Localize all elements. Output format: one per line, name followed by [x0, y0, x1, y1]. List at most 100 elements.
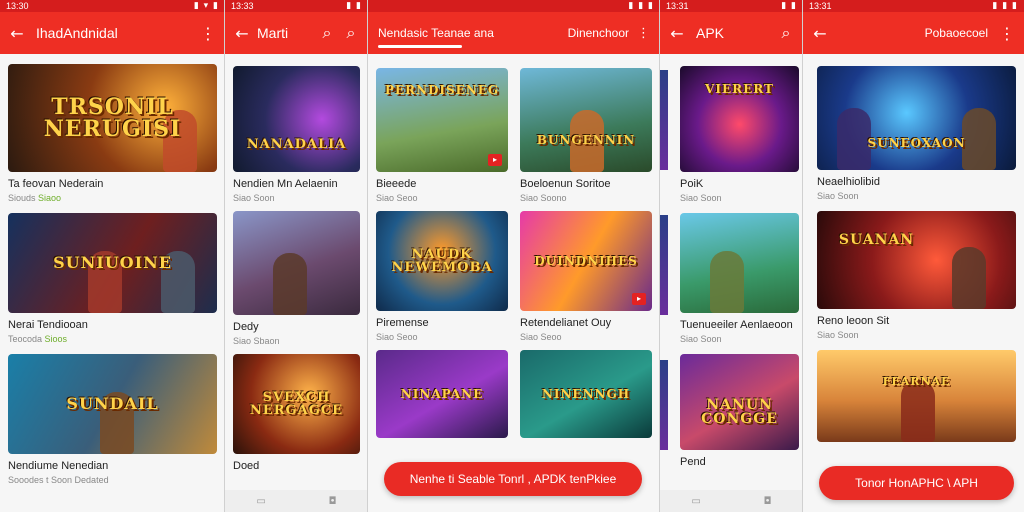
game-name: Nendiume Nenedian: [8, 460, 109, 472]
game-name: Bieeede: [376, 178, 417, 190]
phone-screen-2: 13:33 ▮ ▮ ← Marti ⌕ ⌕ NANADALIA Nendien …: [225, 0, 368, 512]
game-logo: TRSONIL NERUGISI: [43, 94, 182, 142]
game-grid: PERNDISENEG ▸ Bieeede Siao Seoo BUNGENNI…: [368, 54, 660, 438]
game-card[interactable]: TRSONIL NERUGISI Ta feovan Nederain Siou…: [8, 64, 217, 203]
game-banner: SUNEOXAON: [817, 66, 1016, 170]
badge: ▸: [488, 154, 502, 166]
status-time: 13:31: [666, 1, 689, 11]
nav-item-icon[interactable]: ◘: [764, 496, 772, 507]
game-meta: Siao Soon: [680, 193, 722, 203]
game-name: Dedy: [233, 321, 259, 333]
status-bar: 13:31 ▮ ▮: [660, 0, 803, 12]
game-card[interactable]: SVEXCH NERGAGCE Doed: [233, 354, 360, 472]
game-banner: PERNDISENEG ▸: [376, 68, 508, 172]
game-name: Pend: [680, 456, 706, 468]
game-card[interactable]: SUNIUOINE Nerai Tendiooan Teocoda Sioos: [8, 213, 217, 344]
app-bar: ← IhadAndnidal ⋮: [0, 12, 225, 54]
game-list: VIERERT PoiK Siao Soon Tuenueeiler Aenla…: [660, 54, 803, 468]
status-time: 13:31: [809, 1, 832, 11]
app-title: IhadAndnidal: [36, 25, 118, 41]
game-card[interactable]: NINENNGH: [520, 350, 652, 438]
game-list: TRSONIL NERUGISI Ta feovan Nederain Siou…: [0, 54, 225, 495]
game-card[interactable]: NAUDK NEWEMOBA Piremense Siao Seoo: [376, 211, 508, 342]
game-banner: DUINDNIHES ▸: [520, 211, 652, 311]
search-icon[interactable]: ⌕: [318, 23, 336, 43]
game-banner: TRSONIL NERUGISI: [8, 64, 217, 172]
game-card[interactable]: NANADALIA Nendien Mn Aelaenin Siao Soon: [233, 66, 360, 203]
back-arrow-icon[interactable]: ←: [811, 24, 829, 43]
game-card[interactable]: SUNDAIL Nendiume Nenedian Sooodes t Soon…: [8, 354, 217, 485]
app-title: APK: [696, 25, 725, 41]
game-banner: SUNIUOINE: [8, 213, 217, 313]
game-logo: BUNGENNIN: [536, 133, 636, 147]
game-meta: Siao Soon: [233, 193, 275, 203]
app-title: Pobaoecoel: [924, 26, 988, 40]
search-icon[interactable]: ⌕: [342, 23, 360, 43]
game-logo: VIERERT: [705, 82, 774, 96]
tab-active[interactable]: Nendasic Teanae ana: [378, 26, 560, 40]
status-icons: ▮ ▾ ▮: [193, 1, 219, 11]
more-vert-icon[interactable]: ⋮: [998, 24, 1016, 43]
status-time: 13:30: [6, 1, 29, 11]
game-card[interactable]: Tuenueeiler Aenlaeoon Siao Soon: [680, 213, 799, 344]
game-card[interactable]: Dedy Siao Sbaon: [233, 211, 360, 346]
download-apk-button[interactable]: Nenhe ti Seable Tonrl , APDK tenPkiee: [384, 462, 642, 496]
app-bar: ← APK ⌕: [660, 12, 803, 54]
phone-screen-4: 13:31 ▮ ▮ ← APK ⌕ VIERERT PoiK Siao Soon…: [660, 0, 803, 512]
game-card[interactable]: BUNGENNIN Boeloenun Soritoe Siao Soono: [520, 68, 652, 203]
game-card[interactable]: DUINDNIHES ▸ Retendelianet Ouy Siao Seoo: [520, 211, 652, 342]
game-card[interactable]: FEARNAE: [817, 350, 1016, 442]
game-meta: Siao Soono: [520, 193, 567, 203]
game-logo: SUNDAIL: [66, 394, 159, 413]
download-apk-button[interactable]: Tonor HonAPHC \ APH: [819, 466, 1014, 500]
game-logo: NINAPANE: [400, 387, 484, 401]
game-meta: Siao Soon: [680, 334, 722, 344]
game-logo: SUNEOXAON: [867, 136, 966, 150]
status-bar: 13:30 ▮ ▾ ▮: [0, 0, 225, 12]
game-logo: DUINDNIHES: [534, 254, 638, 268]
nav-item-icon[interactable]: ▭: [256, 496, 265, 507]
game-name: Neaelhiolibid: [817, 176, 880, 188]
game-card[interactable]: NANUN CONGGE Pend: [680, 354, 799, 468]
status-time: 13:33: [231, 1, 254, 11]
game-logo: SUANAN: [838, 232, 915, 248]
game-name: Reno leoon Sit: [817, 315, 890, 327]
back-arrow-icon[interactable]: ←: [668, 24, 686, 43]
game-name: Doed: [233, 460, 260, 472]
tab-other[interactable]: Dinenchoor: [568, 26, 629, 40]
game-card[interactable]: PERNDISENEG ▸ Bieeede Siao Seoo: [376, 68, 508, 203]
game-banner: FEARNAE: [817, 350, 1016, 442]
game-banner: NINAPANE: [376, 350, 508, 438]
bottom-nav: ▭ ◘: [660, 490, 803, 512]
game-name: Nendien Mn Aelaenin: [233, 178, 338, 190]
game-banner: VIERERT: [680, 66, 799, 172]
more-vert-icon[interactable]: ⋮: [637, 26, 650, 41]
phone-screen-5: 13:31 ▮ ▮ ▮ ← Pobaoecoel ⋮ SUNEOXAON Nea…: [803, 0, 1024, 512]
game-name: Piremense: [376, 317, 429, 329]
more-vert-icon[interactable]: ⋮: [199, 24, 217, 43]
game-banner: NAUDK NEWEMOBA: [376, 211, 508, 311]
status-bar: 13:33 ▮ ▮: [225, 0, 368, 12]
game-meta: Siao Seoo: [376, 193, 418, 203]
status-bar: ▮ ▮ ▮: [368, 0, 660, 12]
back-arrow-icon[interactable]: ←: [233, 24, 251, 43]
game-logo: NANADALIA: [246, 136, 347, 152]
game-meta: Siao Seoo: [520, 332, 562, 342]
nav-item-icon[interactable]: ◘: [329, 496, 337, 507]
game-meta: Teocoda Sioos: [8, 334, 68, 344]
game-card[interactable]: SUANAN Reno leoon Sit Siao Soon: [817, 211, 1016, 340]
game-banner: BUNGENNIN: [520, 68, 652, 172]
game-card[interactable]: VIERERT PoiK Siao Soon: [680, 66, 799, 203]
game-banner: [680, 213, 799, 313]
game-meta: Siao Seoo: [376, 332, 418, 342]
nav-item-icon[interactable]: ▭: [691, 496, 700, 507]
back-arrow-icon[interactable]: ←: [8, 24, 26, 43]
game-logo: NANUN CONGGE: [701, 397, 778, 427]
search-icon[interactable]: ⌕: [777, 23, 795, 43]
game-meta: Siao Sbaon: [233, 336, 280, 346]
game-banner: [233, 211, 360, 315]
game-banner: NANUN CONGGE: [680, 354, 799, 450]
game-card[interactable]: SUNEOXAON Neaelhiolibid Siao Soon: [817, 66, 1016, 201]
game-card[interactable]: NINAPANE: [376, 350, 508, 438]
app-bar: ← Marti ⌕ ⌕: [225, 12, 368, 54]
